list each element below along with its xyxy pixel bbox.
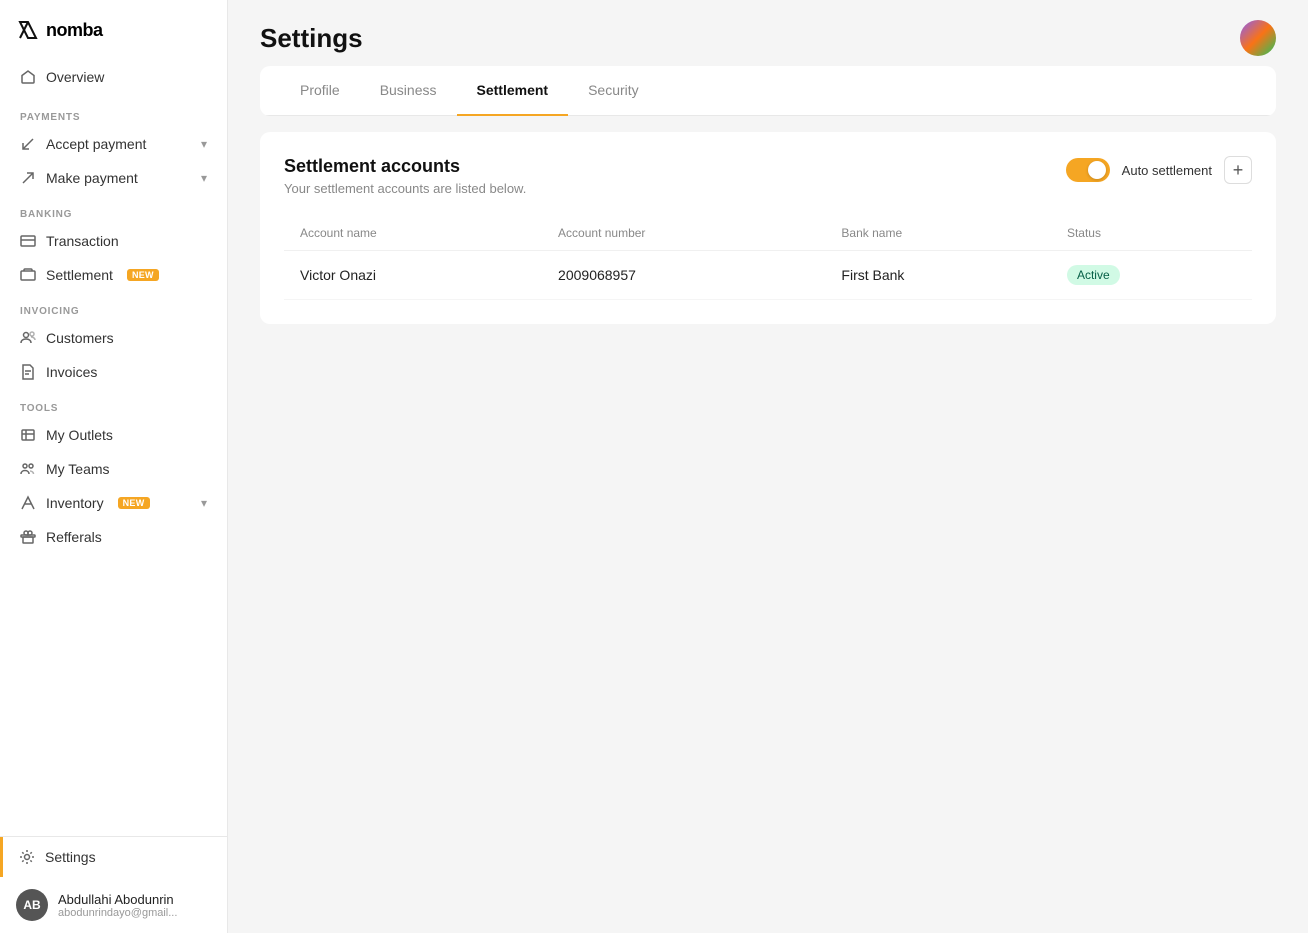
sidebar-item-settlement[interactable]: Settlement NEW (10, 258, 217, 292)
sidebar-item-overview-label: Overview (46, 69, 104, 85)
user-name: Abdullahi Abodunrin (58, 892, 177, 907)
sidebar-item-overview[interactable]: Overview (10, 60, 217, 94)
sidebar-item-accept-payment[interactable]: Accept payment ▾ (10, 127, 217, 161)
tools-section-label: TOOLS (0, 389, 227, 418)
user-info: Abdullahi Abodunrin abodunrindayo@gmail.… (58, 892, 177, 919)
nav-overview-section: Overview (0, 56, 227, 98)
sidebar-item-my-outlets[interactable]: My Outlets (10, 418, 217, 452)
sidebar-item-customers[interactable]: Customers (10, 321, 217, 355)
inventory-chevron: ▾ (201, 496, 207, 510)
sidebar-logo[interactable]: nomba (0, 0, 227, 56)
settings-label: Settings (45, 849, 96, 865)
sidebar-item-inventory[interactable]: Inventory NEW ▾ (10, 486, 217, 520)
table-header-row: Account name Account number Bank name St… (284, 216, 1252, 251)
make-payment-label: Make payment (46, 170, 138, 186)
main-header: Settings (228, 0, 1308, 66)
user-avatar: AB (16, 889, 48, 921)
accept-payment-chevron: ▾ (201, 137, 207, 151)
arrow-down-left-icon (20, 136, 36, 152)
toggle-knob (1088, 161, 1106, 179)
my-outlets-label: My Outlets (46, 427, 113, 443)
invoices-icon (20, 364, 36, 380)
col-account-name: Account name (284, 216, 542, 251)
teams-icon (20, 461, 36, 477)
settlement-nav-label: Settlement (46, 267, 113, 283)
col-status: Status (1051, 216, 1252, 251)
invoicing-nav: Customers Invoices (0, 321, 227, 389)
banking-nav: Transaction Settlement NEW (0, 224, 227, 292)
auto-settlement-toggle[interactable] (1066, 158, 1110, 182)
nomba-logo-icon (16, 18, 40, 42)
inventory-label: Inventory (46, 495, 104, 511)
settings-icon (19, 849, 35, 865)
arrow-up-right-icon (20, 170, 36, 186)
transaction-label: Transaction (46, 233, 119, 249)
inventory-new-badge: NEW (118, 497, 150, 509)
customers-icon (20, 330, 36, 346)
settlement-title-group: Settlement accounts Your settlement acco… (284, 156, 526, 196)
cell-account-name: Victor Onazi (284, 251, 542, 300)
settlement-title: Settlement accounts (284, 156, 526, 177)
table-row: Victor Onazi 2009068957 First Bank Activ… (284, 251, 1252, 300)
sidebar: nomba Overview PAYMENTS Accept payment ▾… (0, 0, 228, 933)
my-teams-label: My Teams (46, 461, 110, 477)
col-bank-name: Bank name (825, 216, 1051, 251)
invoicing-section-label: INVOICING (0, 292, 227, 321)
sidebar-item-refferals[interactable]: Refferals (10, 520, 217, 554)
sidebar-item-settings[interactable]: Settings (0, 837, 227, 877)
payments-nav: Accept payment ▾ Make payment ▾ (0, 127, 227, 195)
add-account-button[interactable]: + (1224, 156, 1252, 184)
gift-icon (20, 529, 36, 545)
user-email: abodunrindayo@gmail... (58, 907, 177, 919)
table-header: Account name Account number Bank name St… (284, 216, 1252, 251)
inventory-icon (20, 495, 36, 511)
banking-section-label: BANKING (0, 195, 227, 224)
status-badge: Active (1067, 265, 1120, 285)
auto-settlement-label: Auto settlement (1122, 163, 1212, 178)
transaction-icon (20, 233, 36, 249)
table-body: Victor Onazi 2009068957 First Bank Activ… (284, 251, 1252, 300)
settings-tabs-card: Profile Business Settlement Security (260, 66, 1276, 116)
accounts-table: Account name Account number Bank name St… (284, 216, 1252, 300)
tab-business[interactable]: Business (360, 66, 457, 116)
settlement-subtitle: Your settlement accounts are listed belo… (284, 181, 526, 196)
settlement-new-badge: NEW (127, 269, 159, 281)
payments-section-label: PAYMENTS (0, 98, 227, 127)
header-user-avatar[interactable] (1240, 20, 1276, 56)
settlement-header: Settlement accounts Your settlement acco… (284, 156, 1252, 196)
settlement-actions: Auto settlement + (1066, 156, 1252, 184)
home-icon (20, 69, 36, 85)
invoices-label: Invoices (46, 364, 97, 380)
tabs-container: Profile Business Settlement Security (260, 66, 1276, 116)
sidebar-item-my-teams[interactable]: My Teams (10, 452, 217, 486)
cell-status: Active (1051, 251, 1252, 300)
refferals-label: Refferals (46, 529, 102, 545)
settlement-icon (20, 267, 36, 283)
col-account-number: Account number (542, 216, 825, 251)
page-title: Settings (260, 23, 363, 54)
tab-settlement[interactable]: Settlement (457, 66, 569, 116)
outlets-icon (20, 427, 36, 443)
tools-nav: My Outlets My Teams Inventory NEW ▾ (0, 418, 227, 554)
cell-bank-name: First Bank (825, 251, 1051, 300)
sidebar-item-invoices[interactable]: Invoices (10, 355, 217, 389)
sidebar-item-make-payment[interactable]: Make payment ▾ (10, 161, 217, 195)
settlement-section: Settlement accounts Your settlement acco… (260, 132, 1276, 324)
cell-account-number: 2009068957 (542, 251, 825, 300)
customers-label: Customers (46, 330, 114, 346)
accept-payment-label: Accept payment (46, 136, 146, 152)
main-content: Settings Profile Business Settlement Sec… (228, 0, 1308, 933)
logo-text: nomba (46, 20, 103, 41)
make-payment-chevron: ▾ (201, 171, 207, 185)
sidebar-bottom: Settings AB Abdullahi Abodunrin abodunri… (0, 836, 227, 933)
tab-profile[interactable]: Profile (280, 66, 360, 116)
sidebar-item-transaction[interactable]: Transaction (10, 224, 217, 258)
sidebar-user[interactable]: AB Abdullahi Abodunrin abodunrindayo@gma… (0, 877, 227, 933)
tab-security[interactable]: Security (568, 66, 659, 116)
